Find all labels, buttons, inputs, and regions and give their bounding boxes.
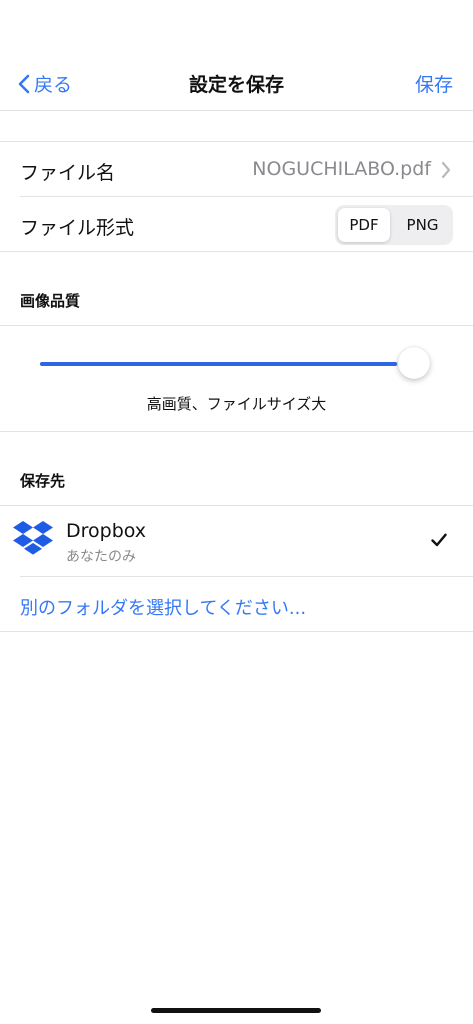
- divider: [0, 505, 473, 506]
- quality-slider-thumb[interactable]: [398, 347, 430, 379]
- divider: [0, 325, 473, 326]
- navigation-bar: 戻る 設定を保存 保存: [0, 58, 473, 110]
- image-quality-header: 画像品質: [20, 292, 81, 310]
- checkmark-icon: [431, 533, 447, 547]
- quality-caption: 高画質、ファイルサイズ大: [146, 395, 327, 413]
- chevron-right-icon: [441, 161, 451, 179]
- file-format-label: ファイル形式: [20, 217, 135, 239]
- file-format-segmented-control: PDF PNG: [335, 205, 453, 245]
- page-title: 設定を保存: [188, 74, 284, 96]
- destination-header: 保存先: [20, 472, 66, 490]
- divider: [0, 251, 473, 252]
- destination-service-subtitle: あなたのみ: [66, 549, 136, 565]
- choose-other-folder-link[interactable]: 別のフォルダを選択してください...: [20, 594, 306, 620]
- filename-value: NOGUCHILABO.pdf: [252, 158, 431, 180]
- format-option-pdf[interactable]: PDF: [338, 208, 390, 242]
- divider: [0, 631, 473, 632]
- divider: [0, 141, 473, 142]
- format-option-png[interactable]: PNG: [395, 208, 450, 242]
- quality-slider-fill: [40, 362, 398, 366]
- divider: [20, 576, 473, 577]
- save-button[interactable]: 保存: [415, 70, 453, 97]
- filename-label: ファイル名: [20, 162, 116, 184]
- quality-slider-track[interactable]: [40, 362, 416, 366]
- divider: [0, 431, 473, 432]
- destination-service-name: Dropbox: [66, 520, 147, 542]
- dropbox-icon: [13, 521, 53, 555]
- home-indicator[interactable]: [151, 1008, 321, 1013]
- divider: [20, 196, 473, 197]
- divider: [0, 110, 473, 111]
